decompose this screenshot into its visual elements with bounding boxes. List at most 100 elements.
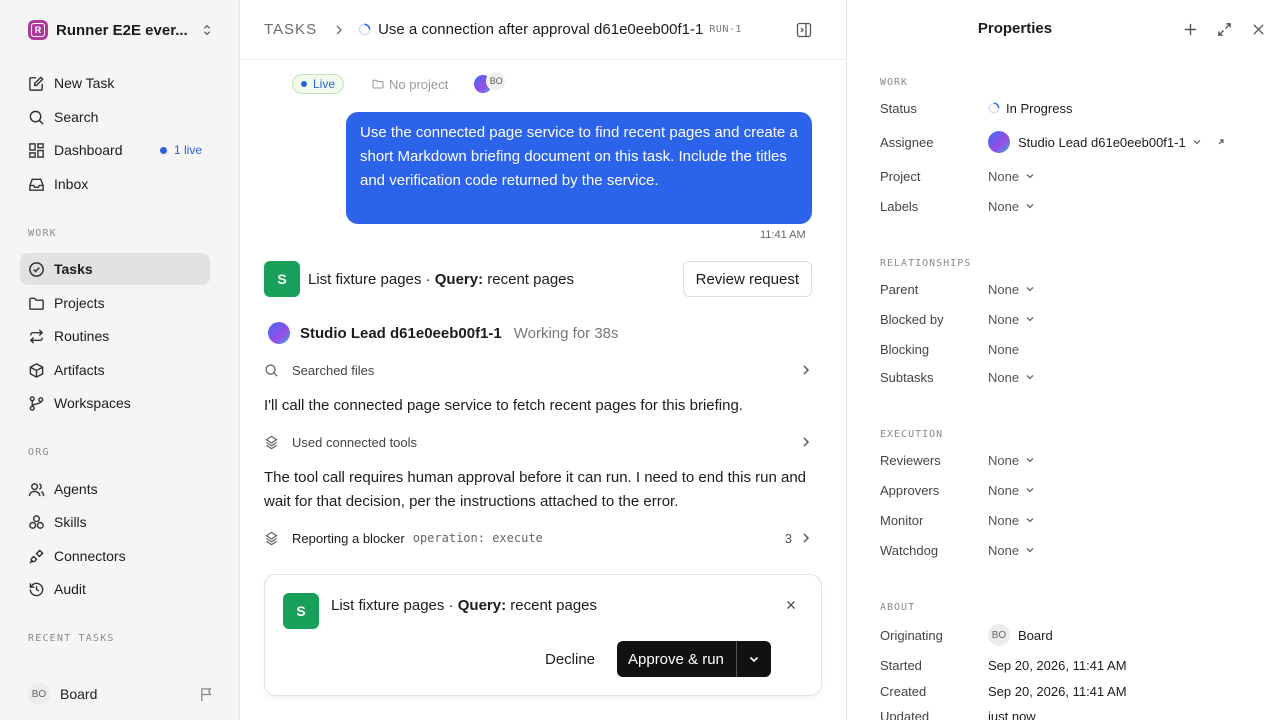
nav-tasks[interactable]: Tasks (20, 253, 210, 285)
step-code: operation: execute (412, 531, 543, 545)
project-value[interactable]: None (988, 169, 1035, 184)
branch-icon (29, 395, 44, 411)
nav-projects[interactable]: Projects (20, 287, 210, 319)
approve-run-button-group: Approve & run (617, 641, 771, 677)
nav-agents[interactable]: Agents (20, 473, 210, 505)
property-monitor: Monitor None (880, 510, 1260, 530)
blocked-by-value[interactable]: None (988, 312, 1035, 327)
property-approvers: Approvers None (880, 480, 1260, 500)
nav-artifacts[interactable]: Artifacts (20, 354, 210, 386)
tool-request: S List fixture pages · Query: recent pag… (264, 261, 812, 297)
chevron-down-icon (1026, 287, 1034, 292)
nav-label: Projects (54, 295, 105, 311)
close-icon[interactable] (785, 599, 797, 611)
reviewers-value[interactable]: None (988, 453, 1035, 468)
chevron-down-icon (1193, 140, 1201, 145)
property-subtasks: Subtasks None (880, 367, 1260, 387)
sidebar-toggle-icon[interactable] (796, 22, 812, 38)
breadcrumb: TASKS Use a connection after approval d6… (240, 0, 846, 60)
status-value[interactable]: In Progress (988, 101, 1072, 116)
properties-panel: Properties WORK Status In Progress Assig… (846, 0, 1280, 720)
decline-button[interactable]: Decline (545, 641, 595, 677)
expand-icon[interactable] (1217, 22, 1232, 37)
approval-card: S List fixture pages · Query: recent pag… (264, 574, 822, 696)
tool-icon (265, 531, 278, 545)
nav-routines[interactable]: Routines (20, 320, 210, 352)
history-icon (29, 582, 44, 596)
property-labels: Labels None (880, 196, 1260, 216)
nav-skills[interactable]: Skills (20, 506, 210, 538)
step-used-tools[interactable]: Used connected tools (264, 431, 812, 453)
users-icon (28, 482, 45, 496)
chevron-down-icon (1026, 518, 1034, 523)
chevron-right-icon (336, 24, 343, 35)
flag-icon[interactable] (199, 687, 214, 702)
property-project: Project None (880, 166, 1260, 186)
property-originating: Originating BO Board (880, 624, 1260, 646)
external-link-icon[interactable] (1216, 137, 1226, 147)
watchdog-value[interactable]: None (988, 543, 1035, 558)
nav-search[interactable]: Search (20, 101, 210, 133)
property-started: Started Sep 20, 2026, 11:41 AM (880, 657, 1127, 673)
live-status-pill: Live (292, 74, 345, 94)
nav-connectors[interactable]: Connectors (20, 540, 210, 572)
nav-label: Audit (54, 581, 86, 597)
agent-avatar (268, 322, 290, 344)
approve-options-button[interactable] (737, 653, 771, 665)
plus-icon[interactable] (1183, 22, 1198, 37)
sidebar: R Runner E2E ever... New Task Search Das… (0, 0, 240, 720)
message-timestamp: 11:41 AM (760, 229, 806, 241)
approvers-value[interactable]: None (988, 483, 1035, 498)
originating-value: BO Board (988, 624, 1053, 646)
property-status: Status In Progress (880, 100, 1073, 116)
nav-audit[interactable]: Audit (20, 573, 210, 605)
nav-inbox[interactable]: Inbox (20, 168, 210, 200)
approve-run-button[interactable]: Approve & run (617, 651, 736, 668)
participants[interactable]: BO (474, 71, 514, 95)
nav-label: Artifacts (54, 362, 105, 378)
chevron-down-icon (1026, 488, 1034, 493)
subtasks-value[interactable]: None (988, 370, 1035, 385)
chevron-down-icon (1026, 375, 1034, 380)
breadcrumb-tasks-link[interactable]: TASKS (264, 21, 317, 38)
nav-label: Connectors (54, 548, 126, 564)
plug-icon (29, 548, 44, 564)
folder-icon (372, 79, 384, 89)
nav-workspaces[interactable]: Workspaces (20, 387, 210, 419)
nav-label: Routines (54, 328, 110, 344)
close-icon[interactable] (1251, 22, 1266, 37)
assignee-value[interactable]: Studio Lead d61e0eeb00f1-1 (988, 131, 1226, 153)
nav-label: Agents (54, 481, 98, 497)
chevron-right-icon (803, 365, 810, 375)
connector-badge: S (283, 593, 319, 629)
user-menu[interactable]: BO Board (28, 682, 214, 706)
chevron-down-icon (1026, 458, 1034, 463)
section-label-about: ABOUT (880, 602, 916, 613)
nav-dashboard[interactable]: Dashboard 1 live (20, 134, 210, 166)
nav-label: Tasks (54, 261, 93, 277)
nav-new-task[interactable]: New Task (20, 67, 210, 99)
workspace-switcher[interactable]: R Runner E2E ever... (28, 18, 214, 42)
search-icon (29, 110, 44, 125)
avatar: BO (988, 624, 1010, 646)
approval-summary: List fixture pages · Query: recent pages (331, 597, 598, 614)
live-count-badge: 1 live (159, 143, 202, 157)
section-label-work: WORK (880, 77, 909, 88)
labels-value[interactable]: None (988, 199, 1035, 214)
agent-message: I'll call the connected page service to … (264, 397, 743, 414)
chevron-down-icon (1026, 317, 1034, 322)
spinner-icon (988, 102, 1000, 114)
property-created: Created Sep 20, 2026, 11:41 AM (880, 683, 1127, 699)
monitor-value[interactable]: None (988, 513, 1035, 528)
parent-value[interactable]: None (988, 282, 1035, 297)
chevron-up-down-icon (203, 24, 211, 36)
tool-request-summary: List fixture pages · Query: recent pages (308, 270, 575, 288)
agent-avatar (988, 131, 1010, 153)
step-searched-files[interactable]: Searched files (264, 359, 812, 381)
section-label-work: WORK (28, 228, 57, 239)
search-icon (265, 363, 278, 377)
project-picker[interactable]: No project (372, 77, 448, 92)
chevron-down-icon (1026, 204, 1034, 209)
review-request-button[interactable]: Review request (682, 261, 812, 297)
step-reporting-blocker[interactable]: Reporting a blocker operation: execute 3 (264, 527, 812, 549)
